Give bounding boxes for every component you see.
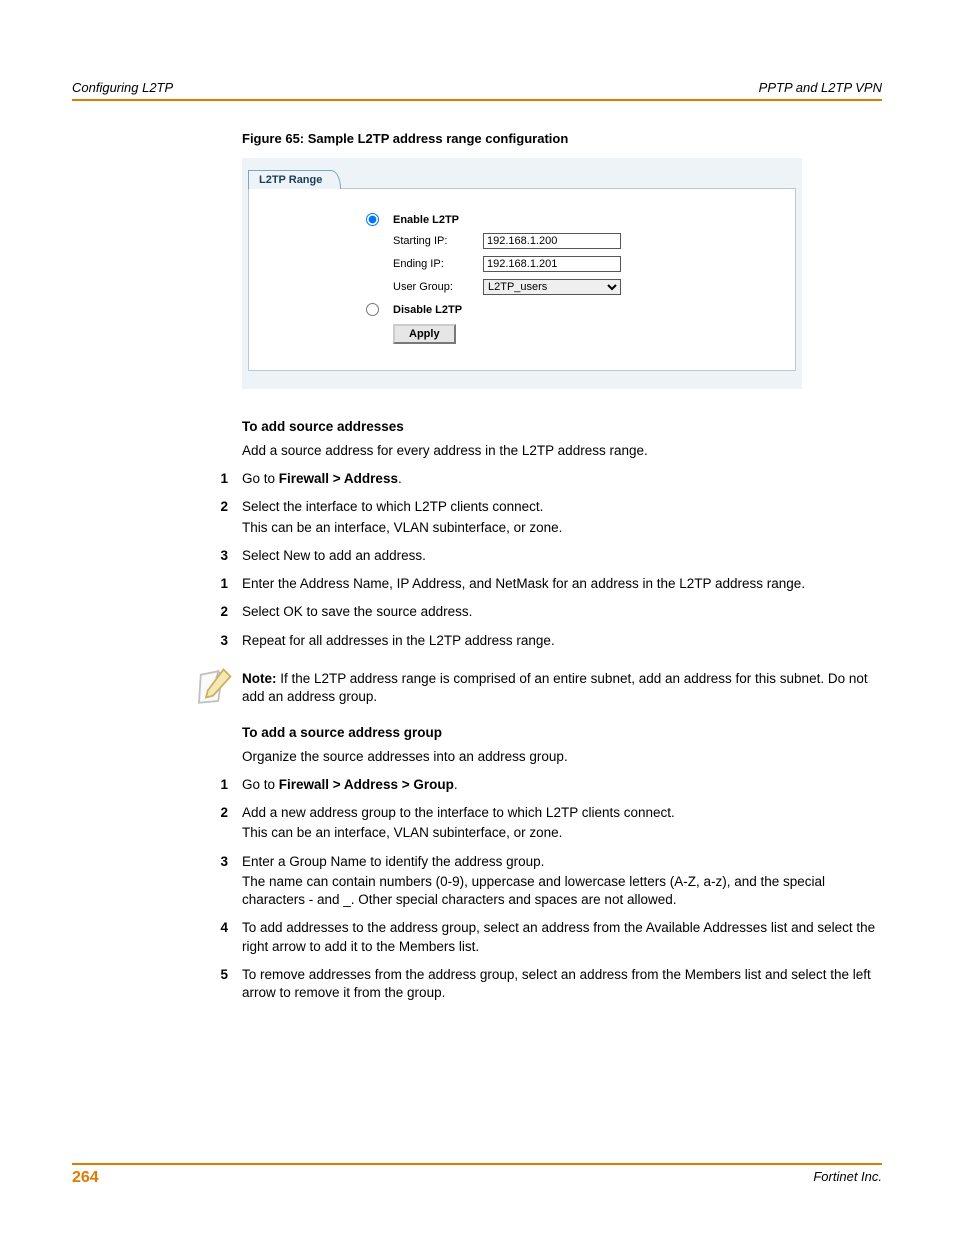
step-row: 2Add a new address group to the interfac… <box>242 804 882 844</box>
apply-button[interactable]: Apply <box>393 324 456 344</box>
step-row: 1Enter the Address Name, IP Address, and… <box>242 575 882 595</box>
tab-l2tp-range[interactable]: L2TP Range <box>248 170 341 189</box>
note-text: Note: If the L2TP address range is compr… <box>242 670 882 706</box>
step-row: 1Go to Firewall > Address > Group. <box>242 776 882 796</box>
disable-l2tp-label: Disable L2TP <box>393 304 483 316</box>
heading-add-source-address-group: To add a source address group <box>242 725 882 740</box>
step-row: 3Repeat for all addresses in the L2TP ad… <box>242 632 882 652</box>
step-number: 3 <box>208 853 242 912</box>
enable-l2tp-label: Enable L2TP <box>393 214 483 226</box>
step-number: 1 <box>208 575 242 595</box>
step-body: Repeat for all addresses in the L2TP add… <box>242 632 882 652</box>
step-row: 1Go to Firewall > Address. <box>242 470 882 490</box>
page-number: 264 <box>72 1169 99 1187</box>
starting-ip-label: Starting IP: <box>393 235 483 247</box>
l2tp-range-panel: L2TP Range Enable L2TP Starting IP: Endi <box>242 158 802 389</box>
figure-caption: Figure 65: Sample L2TP address range con… <box>242 131 882 146</box>
header-rule <box>72 99 882 101</box>
intro-text-a: Add a source address for every address i… <box>242 442 882 460</box>
tab-strip: L2TP Range <box>242 164 802 188</box>
enable-l2tp-radio[interactable] <box>366 213 379 226</box>
step-body: Select OK to save the source address. <box>242 603 882 623</box>
step-row: 5To remove addresses from the address gr… <box>242 966 882 1004</box>
step-number: 1 <box>208 776 242 796</box>
heading-add-source-addresses: To add source addresses <box>242 419 882 434</box>
step-number: 2 <box>208 603 242 623</box>
step-body: Add a new address group to the interface… <box>242 804 882 844</box>
step-body: Enter the Address Name, IP Address, and … <box>242 575 882 595</box>
user-group-label: User Group: <box>393 281 483 293</box>
step-body: Go to Firewall > Address > Group. <box>242 776 882 796</box>
step-body: Enter a Group Name to identify the addre… <box>242 853 882 912</box>
step-row: 4To add addresses to the address group, … <box>242 919 882 957</box>
ending-ip-label: Ending IP: <box>393 258 483 270</box>
step-number: 3 <box>208 632 242 652</box>
step-row: 2Select the interface to which L2TP clie… <box>242 498 882 538</box>
note-block: Note: If the L2TP address range is compr… <box>192 666 882 711</box>
panel-body: Enable L2TP Starting IP: Ending IP: <box>248 188 796 371</box>
disable-l2tp-radio[interactable] <box>366 303 379 316</box>
step-body: To remove addresses from the address gro… <box>242 966 882 1004</box>
step-body: Go to Firewall > Address. <box>242 470 882 490</box>
intro-text-b: Organize the source addresses into an ad… <box>242 748 882 766</box>
footer-company: Fortinet Inc. <box>813 1169 882 1187</box>
step-row: 3Select New to add an address. <box>242 547 882 567</box>
step-body: Select New to add an address. <box>242 547 882 567</box>
user-group-select[interactable]: L2TP_users <box>483 279 621 295</box>
step-number: 2 <box>208 498 242 538</box>
step-row: 3Enter a Group Name to identify the addr… <box>242 853 882 912</box>
note-icon <box>192 666 234 711</box>
step-number: 4 <box>208 919 242 957</box>
step-number: 5 <box>208 966 242 1004</box>
step-body: Select the interface to which L2TP clien… <box>242 498 882 538</box>
step-row: 2Select OK to save the source address. <box>242 603 882 623</box>
header-right: PPTP and L2TP VPN <box>759 80 882 95</box>
starting-ip-input[interactable] <box>483 233 621 249</box>
step-number: 3 <box>208 547 242 567</box>
step-number: 2 <box>208 804 242 844</box>
header-left: Configuring L2TP <box>72 80 173 95</box>
step-number: 1 <box>208 470 242 490</box>
step-body: To add addresses to the address group, s… <box>242 919 882 957</box>
page-footer: 264 Fortinet Inc. <box>72 1163 882 1187</box>
page-header: Configuring L2TP PPTP and L2TP VPN <box>72 80 882 99</box>
ending-ip-input[interactable] <box>483 256 621 272</box>
